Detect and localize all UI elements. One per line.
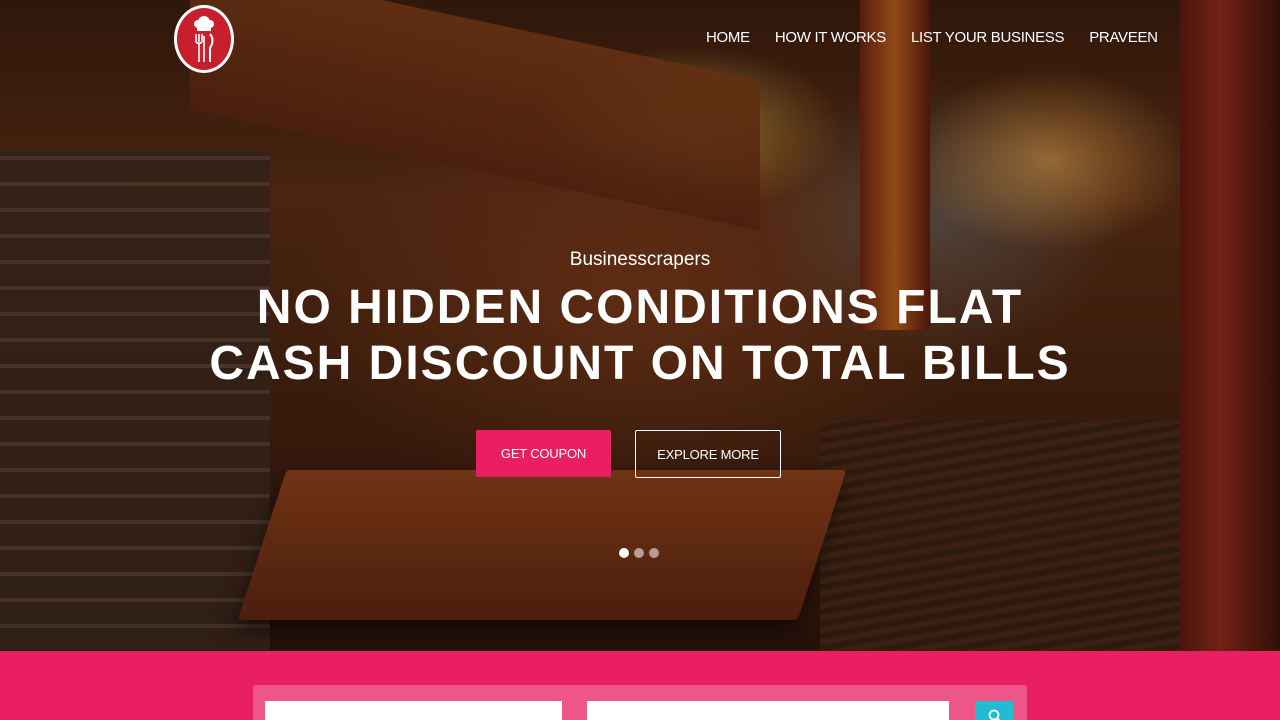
slider-dot-3[interactable] [649, 548, 659, 558]
nav-user-praveen[interactable]: PRAVEEN [1089, 29, 1158, 46]
search-button[interactable] [975, 701, 1014, 720]
nav-home[interactable]: HOME [706, 29, 750, 46]
chef-hat-fork-knife-icon [194, 16, 214, 62]
slider-pagination [619, 548, 659, 558]
slider-dot-1[interactable] [619, 548, 629, 558]
site-logo[interactable] [174, 5, 234, 73]
get-coupon-button[interactable]: GET COUPON [476, 430, 611, 477]
hero-title: NO HIDDEN CONDITIONS FLAT CASH DISCOUNT … [209, 281, 1071, 390]
hero-subtitle: Businesscrapers [569, 249, 711, 270]
search-where-input[interactable] [587, 701, 949, 720]
search-icon [988, 709, 1000, 720]
page: HOME HOW IT WORKS LIST YOUR BUSINESS PRA… [0, 0, 1280, 720]
search-what-input[interactable] [265, 701, 562, 720]
nav-list-your-business[interactable]: LIST YOUR BUSINESS [911, 29, 1065, 46]
slider-dot-2[interactable] [634, 548, 644, 558]
explore-more-button[interactable]: EXPLORE MORE [635, 430, 781, 478]
main-nav: HOME HOW IT WORKS LIST YOUR BUSINESS PRA… [706, 29, 1158, 46]
nav-how-it-works[interactable]: HOW IT WORKS [775, 29, 886, 46]
